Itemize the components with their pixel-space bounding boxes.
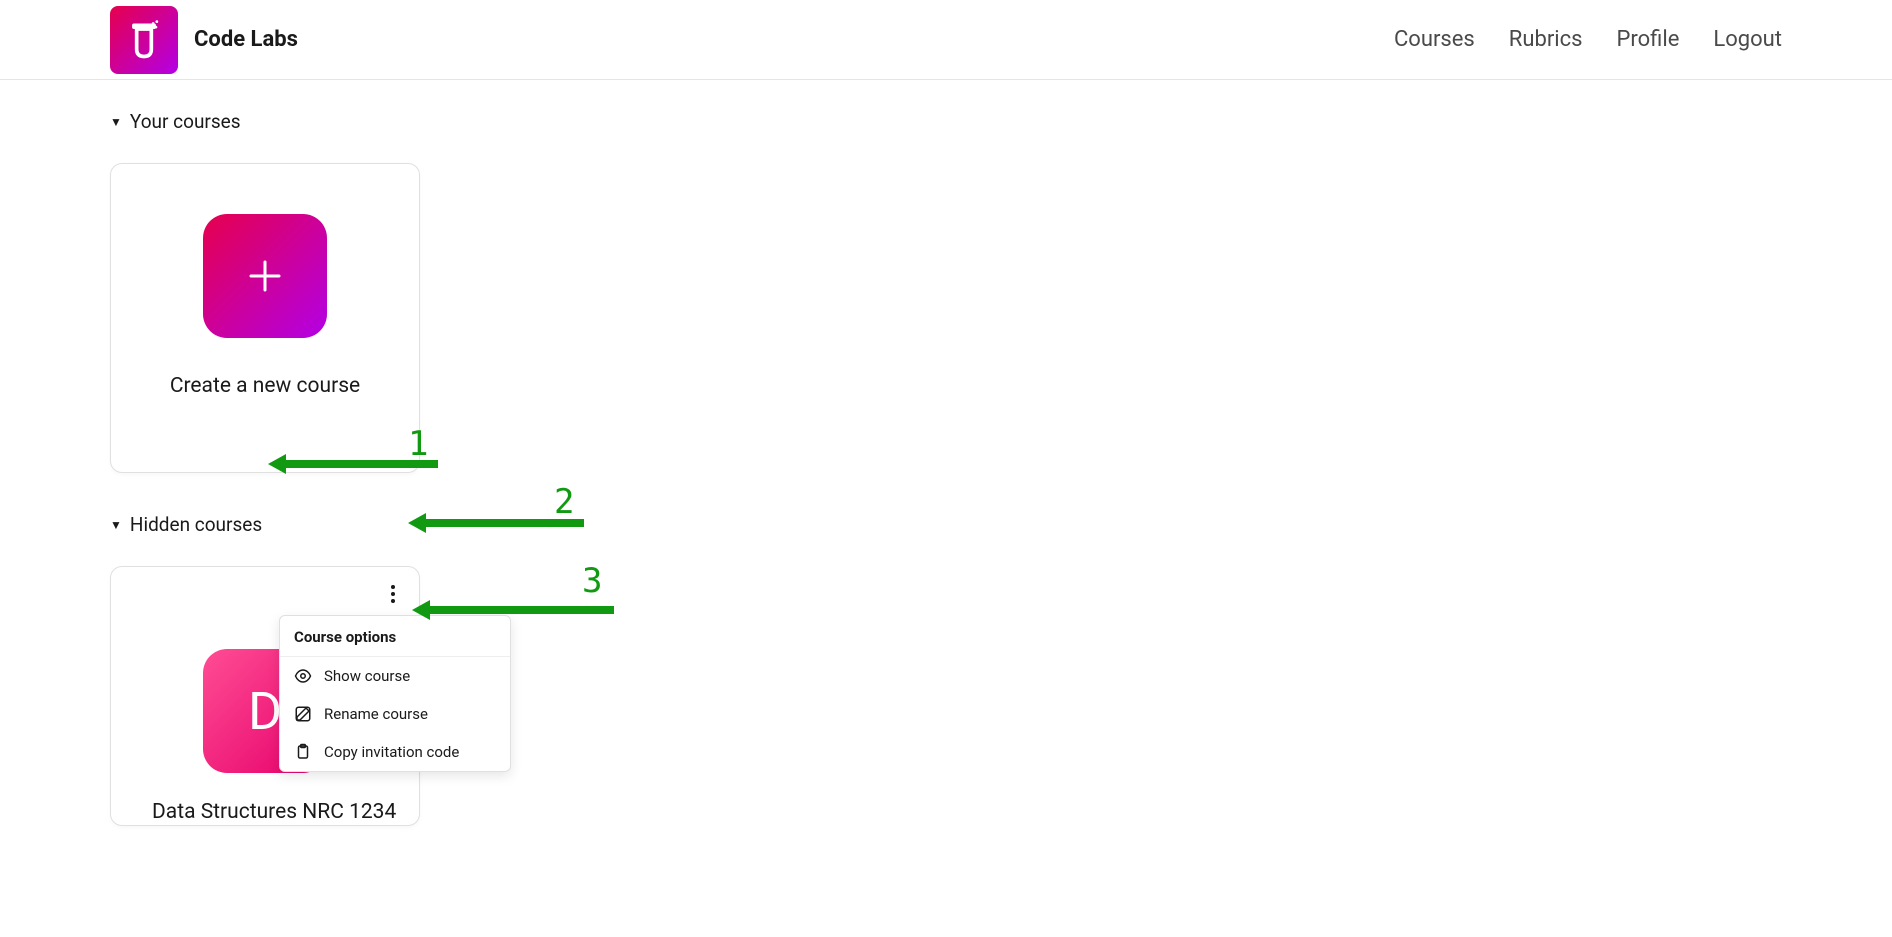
menu-header: Course options xyxy=(280,616,510,657)
app-logo[interactable] xyxy=(110,6,178,74)
your-courses-toggle[interactable]: ▼ Your courses xyxy=(110,110,1782,133)
menu-rename-course[interactable]: Rename course xyxy=(280,695,510,733)
menu-show-label: Show course xyxy=(324,667,410,685)
brand-name: Code Labs xyxy=(194,27,298,52)
nav-rubrics[interactable]: Rubrics xyxy=(1509,27,1583,52)
annotation-1-num: 1 xyxy=(408,424,428,464)
header-left: Code Labs xyxy=(110,6,298,74)
create-course-card[interactable]: Create a new course xyxy=(110,163,420,473)
course-options-menu: Course options Show course Rename course… xyxy=(279,615,511,772)
chevron-down-icon: ▼ xyxy=(110,518,122,532)
clipboard-icon xyxy=(294,743,312,761)
main-content: ▼ Your courses Create a new course ▼ Hid… xyxy=(0,80,1892,896)
top-header: Code Labs Courses Rubrics Profile Logout xyxy=(0,0,1892,80)
menu-copy-label: Copy invitation code xyxy=(324,743,459,761)
menu-copy-code[interactable]: Copy invitation code xyxy=(280,733,510,771)
hidden-courses-toggle[interactable]: ▼ Hidden courses xyxy=(110,513,1782,536)
create-icon-wrap xyxy=(131,192,399,360)
course-card[interactable]: D Course options Show course Rename cour… xyxy=(110,566,420,826)
top-nav: Courses Rubrics Profile Logout xyxy=(1394,27,1782,52)
chevron-down-icon: ▼ xyxy=(110,115,122,129)
menu-show-course[interactable]: Show course xyxy=(280,657,510,695)
nav-logout[interactable]: Logout xyxy=(1713,27,1782,52)
annotation-2-num: 2 xyxy=(554,482,574,522)
test-tube-icon xyxy=(122,18,166,62)
menu-rename-label: Rename course xyxy=(324,705,428,723)
nav-profile[interactable]: Profile xyxy=(1617,27,1680,52)
annotation-3-num: 3 xyxy=(582,561,602,601)
your-courses-label: Your courses xyxy=(130,110,241,133)
course-options-button[interactable] xyxy=(391,585,395,603)
create-course-label: Create a new course xyxy=(131,374,399,398)
hidden-courses-grid: D Course options Show course Rename cour… xyxy=(110,566,1782,826)
edit-icon xyxy=(294,705,312,723)
hidden-courses-label: Hidden courses xyxy=(130,513,262,536)
nav-courses[interactable]: Courses xyxy=(1394,27,1475,52)
your-courses-grid: Create a new course xyxy=(110,163,1782,473)
course-title: Data Structures NRC 1234 xyxy=(110,800,420,824)
plus-icon xyxy=(203,214,327,338)
eye-icon xyxy=(294,667,312,685)
